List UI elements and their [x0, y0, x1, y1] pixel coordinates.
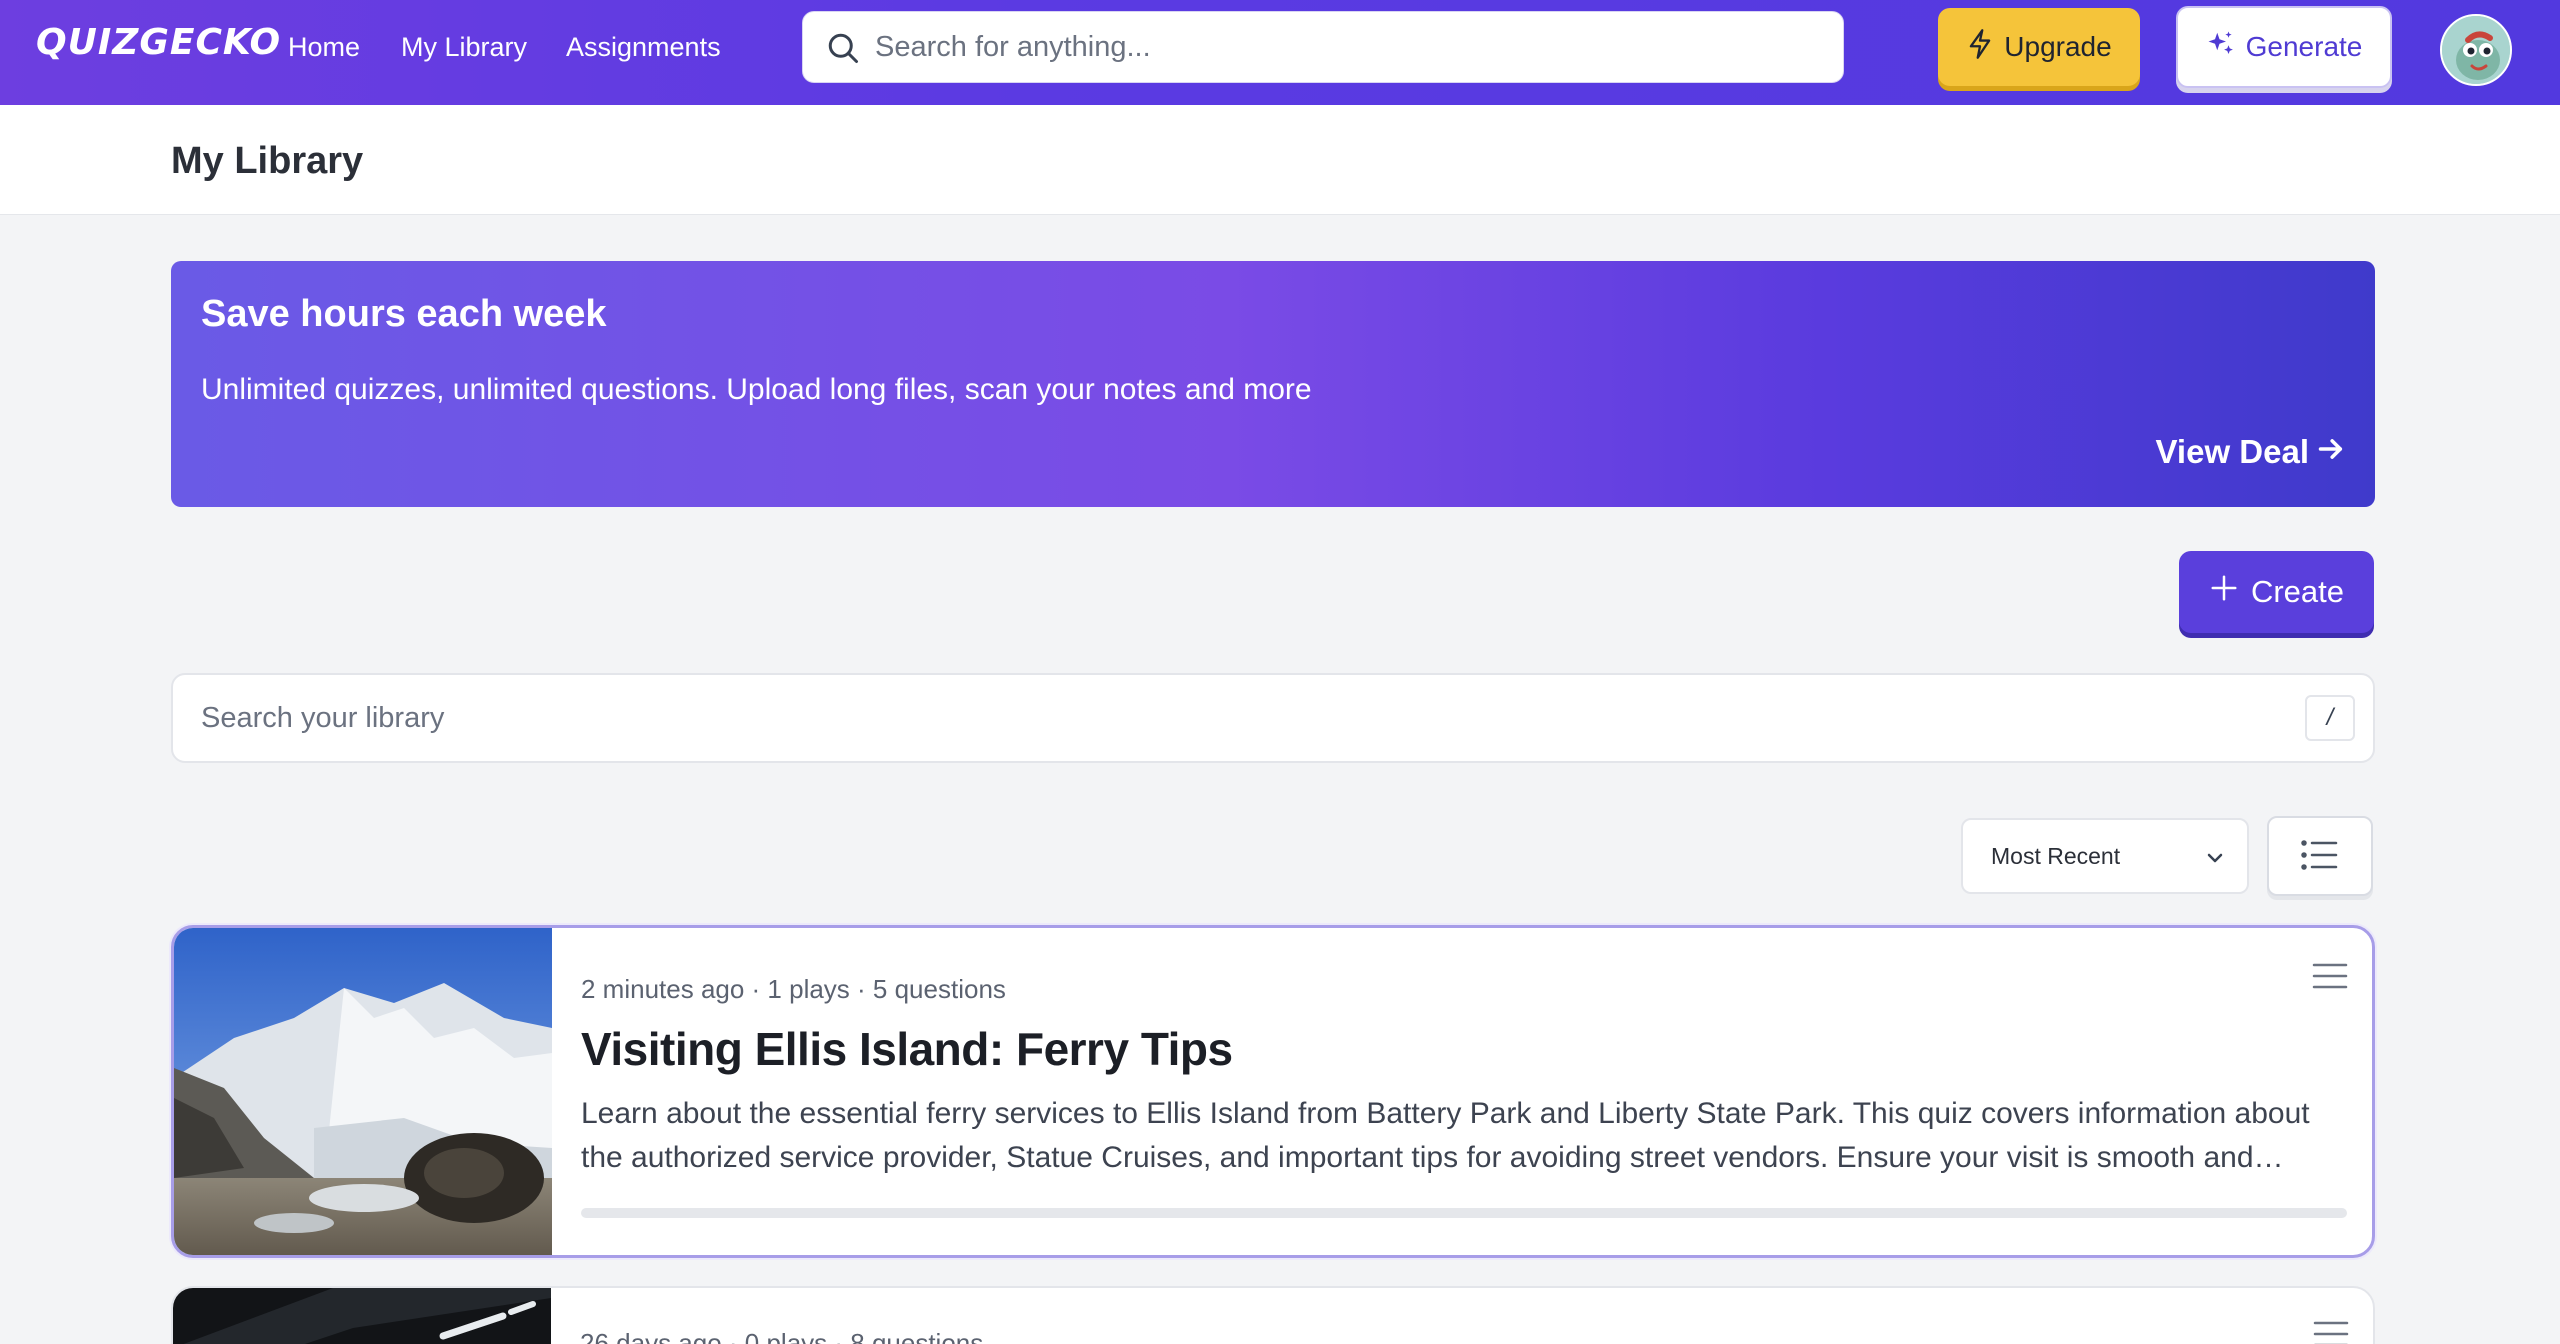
- search-icon: [825, 30, 861, 66]
- quiz-meta: 26 days ago · 0 plays · 8 questions: [580, 1328, 984, 1344]
- page-header: My Library: [0, 105, 2560, 215]
- chevron-down-icon: [2203, 846, 2227, 870]
- global-search-input[interactable]: [875, 12, 1815, 82]
- list-view-icon: [2300, 838, 2340, 875]
- sort-selected-value: Most Recent: [1991, 842, 2121, 869]
- plus-icon: [2209, 573, 2239, 611]
- create-button[interactable]: Create: [2179, 551, 2374, 633]
- user-avatar[interactable]: [2440, 14, 2512, 86]
- promo-banner: Save hours each week Unlimited quizzes, …: [171, 261, 2375, 507]
- quiz-card[interactable]: 2 minutes ago · 1 plays · 5 questions Vi…: [171, 925, 2375, 1258]
- quiz-thumbnail: [173, 1288, 551, 1344]
- create-button-label: Create: [2250, 574, 2345, 609]
- search-shortcut-key: /: [2305, 695, 2355, 741]
- list-view-toggle[interactable]: [2267, 816, 2373, 896]
- page-title: My Library: [171, 140, 364, 182]
- promo-title: Save hours each week: [201, 293, 607, 335]
- generate-button-label: Generate: [2245, 31, 2363, 62]
- lightning-icon: [1966, 28, 1994, 67]
- quiz-thumbnail: [174, 928, 552, 1255]
- arrow-right-icon: [2317, 433, 2345, 471]
- upgrade-button[interactable]: Upgrade: [1938, 8, 2140, 86]
- view-deal-label: View Deal: [2155, 433, 2309, 470]
- nav-link-assignments[interactable]: Assignments: [566, 32, 721, 63]
- hamburger-menu-icon[interactable]: [2311, 1314, 2351, 1344]
- top-navbar: QUIZGECKO Home My Library Assignments Up…: [0, 0, 2560, 105]
- view-deal-link[interactable]: View Deal: [2156, 433, 2345, 471]
- library-search-input[interactable]: [201, 675, 2251, 761]
- generate-button[interactable]: Generate: [2176, 6, 2392, 88]
- quiz-meta: 2 minutes ago · 1 plays · 5 questions: [581, 974, 1006, 1004]
- promo-subtitle: Unlimited quizzes, unlimited questions. …: [201, 373, 1312, 406]
- quiz-card[interactable]: 26 days ago · 0 plays · 8 questions: [171, 1286, 2375, 1344]
- quizgecko-logo[interactable]: QUIZGECKO: [36, 22, 281, 63]
- nav-link-home[interactable]: Home: [288, 32, 360, 63]
- quiz-progress-bar: [581, 1208, 2347, 1218]
- upgrade-button-label: Upgrade: [2004, 31, 2112, 62]
- hamburger-menu-icon[interactable]: [2310, 956, 2350, 996]
- sparkle-icon: [2206, 29, 2236, 66]
- quiz-title[interactable]: Visiting Ellis Island: Ferry Tips: [581, 1022, 1233, 1076]
- quiz-description: Learn about the essential ferry services…: [581, 1097, 2310, 1174]
- sort-select[interactable]: Most Recent: [1961, 818, 2249, 894]
- nav-link-my-library[interactable]: My Library: [401, 32, 527, 63]
- global-search-bar[interactable]: [802, 11, 1844, 83]
- library-search-bar[interactable]: /: [171, 673, 2375, 763]
